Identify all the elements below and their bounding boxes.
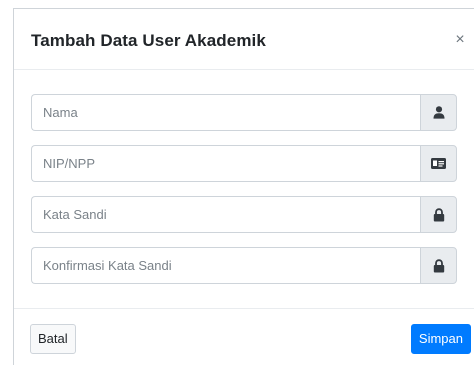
nip-input-group (31, 145, 457, 182)
cancel-button[interactable]: Batal (30, 324, 76, 354)
lock-icon (433, 207, 444, 221)
close-button[interactable]: × (452, 30, 468, 50)
name-input[interactable] (31, 94, 420, 131)
user-icon (433, 106, 444, 119)
modal-title: Tambah Data User Akademik (31, 31, 266, 50)
password-input-group (31, 196, 457, 233)
confirm-password-input[interactable] (31, 247, 420, 284)
nip-input[interactable] (31, 145, 420, 182)
nip-addon (420, 145, 457, 182)
modal-footer: Batal Simpan (14, 308, 474, 365)
save-button[interactable]: Simpan (410, 324, 471, 354)
confirm-password-addon (420, 247, 457, 284)
password-addon (420, 196, 457, 233)
name-input-group (31, 94, 457, 131)
add-user-modal: Tambah Data User Akademik × Nama NIP/NPP… (13, 8, 474, 365)
lock-icon (433, 258, 444, 272)
password-input[interactable] (31, 196, 420, 233)
name-addon (420, 94, 457, 131)
confirm-password-input-group (31, 247, 457, 284)
modal-header: Tambah Data User Akademik × (14, 9, 474, 70)
modal-body (14, 70, 474, 308)
id-card-icon (431, 158, 446, 169)
